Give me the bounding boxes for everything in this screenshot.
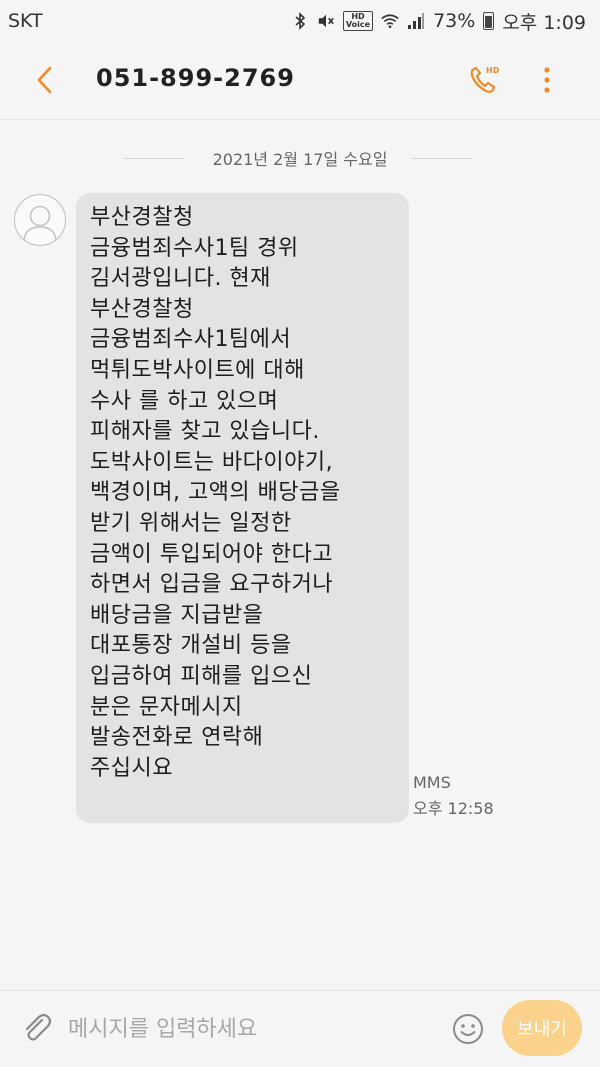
smiley-icon <box>453 1014 483 1044</box>
message-bubble[interactable]: 부산경찰청 금융범죄수사1팀 경위 김서광입니다. 현재 부산경찰청 금융범죄수… <box>76 193 409 823</box>
message-meta: MMS 오후 12:58 <box>413 770 494 822</box>
conversation-header: 051-899-2769 HD <box>0 42 600 120</box>
contact-phone-number: 051-899-2769 <box>96 64 295 92</box>
message-text: 부산경찰청 금융범죄수사1팀 경위 김서광입니다. 현재 부산경찰청 금융범죄수… <box>90 205 341 781</box>
message-timestamp: 오후 12:58 <box>413 799 494 818</box>
divider-line-right <box>412 158 472 159</box>
send-button[interactable]: 보내기 <box>502 1000 582 1056</box>
mute-icon <box>317 12 335 30</box>
sender-avatar[interactable] <box>14 194 66 246</box>
date-label: 2021년 2월 17일 수요일 <box>198 146 402 170</box>
more-options-button[interactable] <box>532 62 562 98</box>
status-bar: SKT HD Voice 73% 오후 1:09 <box>0 0 600 42</box>
wifi-icon <box>381 12 399 30</box>
battery-percent: 73% <box>433 10 476 32</box>
message-input[interactable] <box>68 1011 438 1047</box>
carrier-label: SKT <box>8 10 43 32</box>
battery-level <box>485 16 493 28</box>
bluetooth-icon <box>291 12 309 30</box>
person-icon <box>23 205 57 242</box>
hd-phone-icon: HD <box>470 66 500 93</box>
hd-call-button[interactable]: HD <box>466 62 502 98</box>
divider-line-left <box>124 158 184 159</box>
battery-icon <box>483 12 495 30</box>
hd-voice-icon: HD Voice <box>342 11 374 31</box>
signal-icon <box>407 12 425 30</box>
clock: 오후 1:09 <box>502 11 586 34</box>
svg-text:HD: HD <box>486 66 500 75</box>
attach-button[interactable] <box>18 1009 54 1045</box>
date-divider: 2021년 2월 17일 수요일 <box>0 144 600 172</box>
emoji-button[interactable] <box>450 1011 486 1047</box>
chevron-left-icon <box>37 66 52 94</box>
back-button[interactable] <box>26 62 62 98</box>
paperclip-icon <box>25 1013 52 1041</box>
compose-bar: 보내기 <box>0 990 600 1067</box>
more-vertical-icon <box>544 67 550 93</box>
message-type-label: MMS <box>413 773 451 792</box>
status-icons: HD Voice 73% 오후 1:09 <box>291 8 586 35</box>
